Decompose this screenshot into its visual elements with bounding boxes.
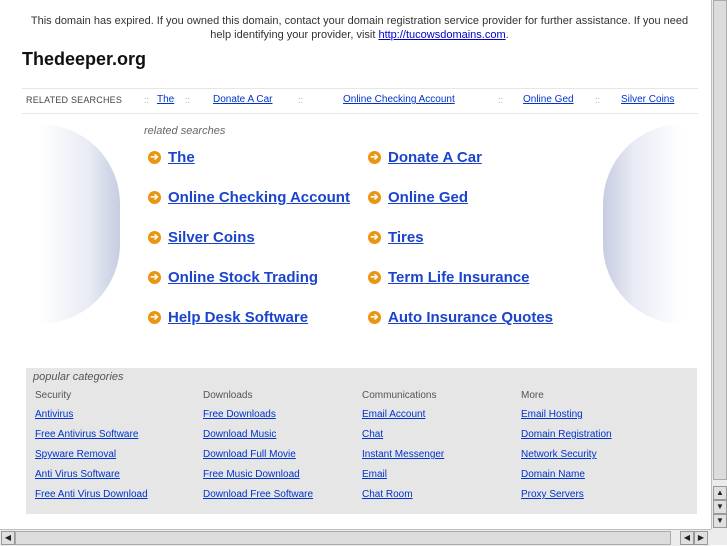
category-link[interactable]: Chat Room [362, 489, 413, 500]
related-link[interactable]: The [168, 149, 195, 166]
expired-notice: This domain has expired. If you owned th… [22, 14, 697, 42]
arrow-icon: ➔ [368, 151, 381, 164]
related-item[interactable]: ➔ Help Desk Software [148, 309, 308, 326]
scroll-up-button[interactable]: ▲ [713, 486, 727, 500]
related-link[interactable]: Silver Coins [168, 229, 255, 246]
separator: :: [298, 95, 304, 105]
category-heading: More [521, 390, 544, 401]
related-item[interactable]: ➔ The [148, 149, 195, 166]
category-link[interactable]: Network Security [521, 449, 597, 460]
category-link[interactable]: Email Hosting [521, 409, 583, 420]
category-link[interactable]: Chat [362, 429, 383, 440]
category-link[interactable]: Free Music Download [203, 469, 300, 480]
notice-end: . [505, 29, 509, 41]
scroll-down-button-secondary[interactable]: ▼ [713, 514, 727, 528]
related-link[interactable]: Term Life Insurance [388, 269, 529, 286]
arrow-icon: ➔ [148, 191, 161, 204]
category-link[interactable]: Download Music [203, 429, 276, 440]
scroll-right-button[interactable]: ▶ [694, 531, 708, 545]
related-item[interactable]: ➔ Silver Coins [148, 229, 255, 246]
related-item[interactable]: ➔ Online Ged [368, 189, 468, 206]
horizontal-scrollbar[interactable]: ◀ ◀ ▶ [0, 529, 711, 546]
related-item[interactable]: ➔ Donate A Car [368, 149, 482, 166]
related-link[interactable]: Online Ged [388, 189, 468, 206]
category-link[interactable]: Domain Registration [521, 429, 612, 440]
category-link[interactable]: Anti Virus Software [35, 469, 120, 480]
category-link[interactable]: Free Antivirus Software [35, 429, 138, 440]
arrow-icon: ➔ [148, 231, 161, 244]
related-link[interactable]: Donate A Car [388, 149, 482, 166]
category-link[interactable]: Proxy Servers [521, 489, 584, 500]
related-item[interactable]: ➔ Auto Insurance Quotes [368, 309, 553, 326]
related-item[interactable]: ➔ Online Stock Trading [148, 269, 318, 286]
scrollbar-corner [711, 529, 727, 545]
related-link[interactable]: Help Desk Software [168, 309, 308, 326]
category-link[interactable]: Download Free Software [203, 489, 313, 500]
separator: :: [498, 95, 504, 105]
related-bar-link[interactable]: Donate A Car [213, 94, 272, 105]
horizontal-scroll-thumb[interactable] [15, 531, 671, 545]
category-heading: Communications [362, 390, 437, 401]
category-link[interactable]: Spyware Removal [35, 449, 116, 460]
left-decoration [40, 124, 120, 324]
separator: :: [144, 95, 150, 105]
related-link[interactable]: Online Stock Trading [168, 269, 318, 286]
arrow-icon: ➔ [148, 271, 161, 284]
related-link[interactable]: Tires [388, 229, 424, 246]
related-item[interactable]: ➔ Online Checking Account [148, 189, 350, 206]
vertical-scroll-thumb[interactable] [713, 0, 727, 480]
related-bar-link[interactable]: The [157, 94, 174, 105]
category-link[interactable]: Free Downloads [203, 409, 276, 420]
popular-categories: popular categories Security Antivirus Fr… [26, 368, 697, 514]
related-bar-link[interactable]: Online Checking Account [343, 94, 455, 105]
arrow-icon: ➔ [368, 271, 381, 284]
notice-text: This domain has expired. If you owned th… [30, 15, 689, 41]
category-link[interactable]: Domain Name [521, 469, 585, 480]
category-heading: Security [35, 390, 72, 401]
related-item[interactable]: ➔ Tires [368, 229, 424, 246]
category-heading: Downloads [203, 390, 253, 401]
category-link[interactable]: Download Full Movie [203, 449, 296, 460]
scroll-down-button[interactable]: ▼ [713, 500, 727, 514]
domain-title: Thedeeper.org [22, 49, 147, 69]
scroll-left-button[interactable]: ◀ [1, 531, 15, 545]
vertical-scrollbar[interactable]: ▲ ▼ ▼ [711, 0, 727, 529]
right-decoration [603, 124, 683, 324]
related-searches-label: related searches [144, 125, 226, 137]
popular-title: popular categories [33, 371, 124, 383]
tucows-link[interactable]: http://tucowsdomains.com [378, 29, 505, 41]
arrow-icon: ➔ [148, 151, 161, 164]
category-link[interactable]: Antivirus [35, 409, 73, 420]
arrow-icon: ➔ [368, 191, 381, 204]
arrow-icon: ➔ [148, 311, 161, 324]
browser-viewport: This domain has expired. If you owned th… [0, 0, 711, 529]
category-link[interactable]: Email Account [362, 409, 425, 420]
related-item[interactable]: ➔ Term Life Insurance [368, 269, 529, 286]
related-link[interactable]: Online Checking Account [168, 189, 350, 206]
category-link[interactable]: Free Anti Virus Download [35, 489, 148, 500]
related-bar-heading: RELATED SEARCHES [26, 95, 123, 105]
separator: :: [185, 95, 191, 105]
arrow-icon: ➔ [368, 231, 381, 244]
separator: :: [595, 95, 601, 105]
related-searches-bar: RELATED SEARCHES :: The :: Donate A Car … [22, 88, 698, 114]
category-link[interactable]: Email [362, 469, 387, 480]
related-bar-link[interactable]: Online Ged [523, 94, 574, 105]
arrow-icon: ➔ [368, 311, 381, 324]
category-link[interactable]: Instant Messenger [362, 449, 444, 460]
related-bar-link[interactable]: Silver Coins [621, 94, 674, 105]
scroll-left-button-secondary[interactable]: ◀ [680, 531, 694, 545]
related-link[interactable]: Auto Insurance Quotes [388, 309, 553, 326]
